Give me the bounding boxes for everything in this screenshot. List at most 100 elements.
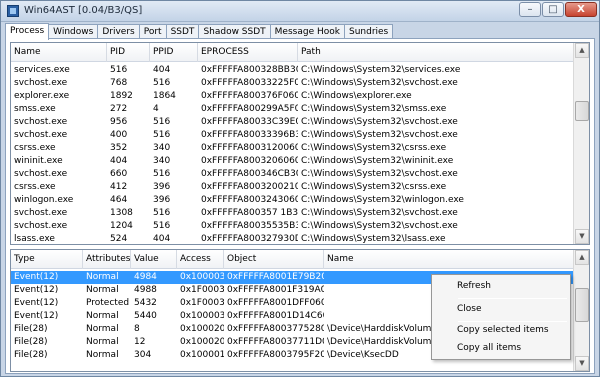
menu-item-close[interactable]: Close [433, 300, 569, 319]
column-header-name[interactable]: Name [324, 250, 574, 269]
table-cell: 0xFFFFFA8003200210 [201, 182, 298, 192]
table-cell: 304 [134, 350, 152, 360]
table-cell: 4984 [134, 272, 157, 282]
table-cell: Normal [86, 285, 119, 295]
table-cell: 956 [110, 117, 128, 127]
table-cell: Event(12) [14, 285, 59, 295]
table-cell: 0xFFFFFA80033C39E0 [201, 117, 298, 127]
table-cell: File(28) [14, 350, 48, 360]
minimize-button[interactable]: – [519, 2, 541, 17]
table-cell: svchost.exe [14, 78, 68, 88]
scroll-up-arrow-icon[interactable]: ▲ [575, 250, 589, 265]
tab-windows[interactable]: Windows [48, 24, 99, 39]
table-cell: 0xFFFFFA8003120060 [201, 143, 298, 153]
tab-message-hook[interactable]: Message Hook [269, 24, 345, 39]
table-row[interactable]: csrss.exe 412 396 0xFFFFFA8003200210 C:\Wind… [11, 181, 574, 194]
table-cell: 660 [110, 169, 128, 179]
column-header-name[interactable]: Name [11, 43, 107, 62]
table-cell: C:\Windows\System32\csrss.exe [301, 143, 447, 153]
table-cell: 0x100020 [180, 337, 224, 347]
column-header-attributes[interactable]: Attributes [83, 250, 131, 269]
table-row[interactable]: svchost.exe 1204 516 0xFFFFFA80035535B30 C:\… [11, 220, 574, 233]
menu-separator [458, 298, 567, 299]
table-cell: C:\Windows\System32\csrss.exe [301, 182, 447, 192]
handle-list-scrollbar[interactable]: ▲ ▼ [573, 250, 589, 371]
table-cell: 516 [153, 130, 171, 140]
tab-port[interactable]: Port [138, 24, 167, 39]
table-cell: Normal [86, 311, 119, 321]
table-cell: 0xFFFFFA8003775280 [227, 324, 324, 334]
close-button[interactable]: X [565, 2, 597, 17]
table-cell: Normal [86, 324, 119, 334]
table-cell: svchost.exe [14, 221, 68, 231]
title-bar[interactable]: Win64AST [0.04/B3/QS] – □ X [1, 1, 599, 22]
tab-ssdt[interactable]: SSDT [165, 24, 200, 39]
table-cell: 412 [110, 182, 128, 192]
table-cell: C:\Windows\System32\services.exe [301, 65, 461, 75]
table-cell: Protected [86, 298, 130, 308]
tab-drivers[interactable]: Drivers [97, 24, 140, 39]
app-icon [7, 5, 19, 17]
table-cell: C:\Windows\explorer.exe [301, 91, 412, 101]
table-cell: Normal [86, 350, 119, 360]
table-cell: svchost.exe [14, 208, 68, 218]
table-cell: 0xFFFFFA8003243060 [201, 195, 298, 205]
table-cell: 0x100001 [180, 350, 224, 360]
scroll-down-arrow-icon[interactable]: ▼ [575, 356, 589, 371]
table-cell: 516 [110, 65, 128, 75]
table-row[interactable]: svchost.exe 400 516 0xFFFFFA80033396B30 C:\W… [11, 129, 574, 142]
table-row[interactable]: svchost.exe 660 516 0xFFFFFA800346CB30 C:\Wi… [11, 168, 574, 181]
scroll-down-arrow-icon[interactable]: ▼ [575, 229, 589, 244]
column-header-ppid[interactable]: PPID [150, 43, 198, 62]
table-cell: 516 [153, 221, 171, 231]
column-header-type[interactable]: Type [11, 250, 83, 269]
column-header-access[interactable]: Access [177, 250, 224, 269]
table-row[interactable]: svchost.exe 956 516 0xFFFFFA80033C39E0 C:\Wi… [11, 116, 574, 129]
main-window: Win64AST [0.04/B3/QS] – □ X Process Wind… [0, 0, 600, 377]
table-cell: Event(12) [14, 311, 59, 321]
table-cell: 516 [153, 117, 171, 127]
process-list-header: Name PID PPID EPROCESS Path [11, 43, 574, 62]
table-row[interactable]: explorer.exe 1892 1864 0xFFFFFA800376F060 C:… [11, 90, 574, 103]
table-cell: csrss.exe [14, 143, 56, 153]
menu-item-copy-all-items[interactable]: Copy all items [433, 339, 569, 358]
table-row[interactable]: svchost.exe 1308 516 0xFFFFFA800357 1B30 C:\… [11, 207, 574, 220]
column-header-eprocess[interactable]: EPROCESS [198, 43, 298, 62]
table-cell: svchost.exe [14, 117, 68, 127]
scrollbar-thumb[interactable] [575, 101, 589, 121]
table-cell: 0xFFFFFA800299A5F0 [201, 104, 298, 114]
table-row[interactable]: winlogon.exe 464 396 0xFFFFFA8003243060 C:\W… [11, 194, 574, 207]
table-row[interactable]: smss.exe 272 4 0xFFFFFA800299A5F0 C:\Windows… [11, 103, 574, 116]
table-cell: 0x100020 [180, 324, 224, 334]
table-cell: 404 [153, 234, 171, 244]
process-list[interactable]: Name PID PPID EPROCESS Path services.exe… [10, 42, 590, 245]
tab-sundries[interactable]: Sundries [343, 24, 394, 39]
table-row[interactable]: csrss.exe 352 340 0xFFFFFA8003120060 C:\Wind… [11, 142, 574, 155]
table-cell: 0xFFFFFA800346CB30 [201, 169, 298, 179]
column-header-path[interactable]: Path [298, 43, 574, 62]
scroll-up-arrow-icon[interactable]: ▲ [575, 43, 589, 58]
table-cell: 524 [110, 234, 128, 244]
table-cell: 352 [110, 143, 128, 153]
table-cell: 404 [153, 65, 171, 75]
table-row[interactable]: wininit.exe 404 340 0xFFFFFA8003206060 C:\Wi… [11, 155, 574, 168]
scrollbar-thumb[interactable] [575, 288, 589, 322]
table-row[interactable]: services.exe 516 404 0xFFFFFA800328BB30 C:\W… [11, 64, 574, 77]
table-cell: smss.exe [14, 104, 56, 114]
maximize-button[interactable]: □ [542, 2, 564, 17]
column-header-pid[interactable]: PID [107, 43, 150, 62]
column-header-value[interactable]: Value [131, 250, 177, 269]
table-cell: 5440 [134, 311, 157, 321]
tab-process[interactable]: Process [5, 23, 50, 40]
menu-item-copy-selected-items[interactable]: Copy selected items [433, 321, 569, 340]
table-row[interactable]: lsass.exe 524 404 0xFFFFFA800327930D0 C:\Win… [11, 233, 574, 244]
table-row[interactable]: svchost.exe 768 516 0xFFFFFA80033225F0 C:\Wi… [11, 77, 574, 90]
table-cell: C:\Windows\System32\svchost.exe [301, 78, 458, 88]
table-cell: wininit.exe [14, 156, 63, 166]
column-header-object[interactable]: Object [224, 250, 324, 269]
menu-item-refresh[interactable]: Refresh [433, 277, 569, 296]
table-cell: 0xFFFFFA8001E79B20 [227, 272, 324, 282]
tab-shadow-ssdt[interactable]: Shadow SSDT [198, 24, 271, 39]
table-cell: File(28) [14, 337, 48, 347]
process-list-scrollbar[interactable]: ▲ ▼ [573, 43, 589, 244]
